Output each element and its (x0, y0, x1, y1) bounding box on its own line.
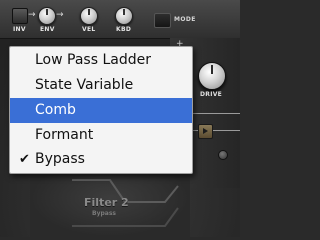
checkmark-icon: ✔ (19, 152, 30, 167)
mode-label: MODE (174, 16, 196, 23)
filter-title: Filter 2 (84, 196, 129, 209)
filter-subtitle: Bypass (92, 210, 116, 217)
menu-item-bypass[interactable]: ✔ Bypass (10, 147, 192, 172)
menu-item-state-variable[interactable]: State Variable (10, 73, 192, 98)
screw-icon (218, 150, 228, 160)
menu-item-label: Low Pass Ladder (35, 52, 151, 68)
menu-item-low-pass-ladder[interactable]: Low Pass Ladder (10, 48, 192, 73)
inv-label: INV (13, 26, 26, 33)
arrow-right-icon: → (28, 10, 36, 20)
filter-type-menu: Low Pass Ladder State Variable Comb Form… (9, 46, 193, 174)
connector-line (212, 130, 240, 131)
play-icon[interactable] (198, 124, 213, 139)
kbd-knob[interactable] (115, 7, 133, 25)
mode-switch[interactable] (154, 13, 171, 28)
drive-label: DRIVE (200, 91, 223, 98)
inv-switch[interactable] (12, 8, 28, 24)
drive-knob[interactable] (198, 62, 226, 90)
kbd-label: KBD (116, 26, 132, 33)
env-label: ENV (40, 26, 55, 33)
env-knob[interactable] (38, 7, 56, 25)
menu-item-label: Formant (35, 127, 94, 143)
menu-item-label: Bypass (35, 151, 85, 167)
vel-label: VEL (82, 26, 96, 33)
arrow-right-icon: → (56, 10, 64, 20)
menu-item-label: Comb (35, 102, 76, 118)
menu-item-formant[interactable]: Formant (10, 123, 192, 148)
menu-item-label: State Variable (35, 77, 134, 93)
menu-item-comb[interactable]: Comb (10, 98, 192, 123)
vel-knob[interactable] (80, 7, 98, 25)
divider-line (190, 113, 240, 114)
